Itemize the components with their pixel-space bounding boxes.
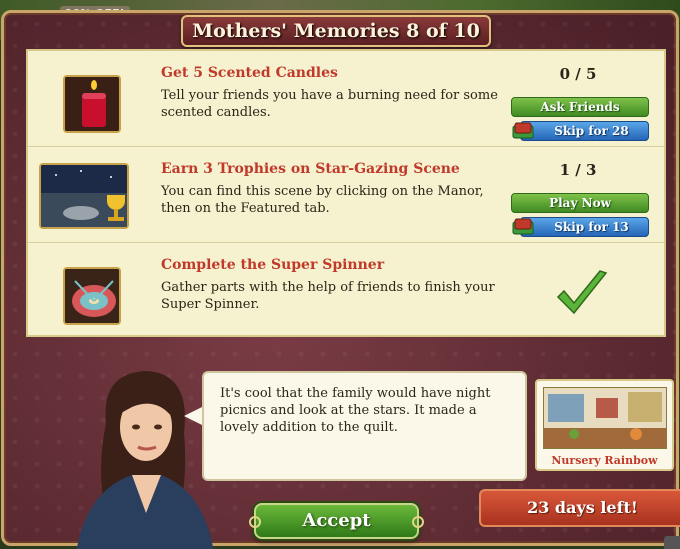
skip-label: Skip for 28 <box>554 124 629 138</box>
reward-label: Nursery Rainbow <box>551 454 658 467</box>
accept-deco-left <box>249 516 261 528</box>
speech-bubble: It's cool that the family would have nig… <box>202 371 527 481</box>
speech-tail <box>184 406 204 426</box>
accept-label: Accept <box>302 510 371 531</box>
task-title: Get 5 Scented Candles <box>161 65 338 81</box>
reward-card: Nursery Rainbow <box>535 379 674 471</box>
play-now-button[interactable]: Play Now <box>511 193 649 213</box>
star-gazing-scene-icon <box>39 163 129 229</box>
days-left-timer: 23 days left! <box>479 489 680 527</box>
candle-icon <box>63 75 121 133</box>
task-title: Earn 3 Trophies on Star-Gazing Scene <box>161 161 460 177</box>
skip-button[interactable]: Skip for 28 <box>512 121 649 141</box>
character-portrait <box>76 371 214 549</box>
dialog-title: Mothers' Memories 8 of 10 <box>192 20 480 42</box>
task-description: You can find this scene by clicking on t… <box>161 184 484 216</box>
task-row-candles: Get 5 Scented Candles Tell your friends … <box>28 51 664 147</box>
ask-friends-button[interactable]: Ask Friends <box>511 97 649 117</box>
task-row-spinner: Complete the Super Spinner Gather parts … <box>28 243 664 339</box>
title-banner: Mothers' Memories 8 of 10 <box>181 15 491 47</box>
task-title: Complete the Super Spinner <box>161 257 385 273</box>
skip-button[interactable]: Skip for 13 <box>512 217 649 237</box>
accept-button[interactable]: Accept <box>249 503 424 539</box>
reward-image <box>543 387 667 449</box>
task-progress: 0 / 5 <box>559 65 597 83</box>
task-description: Tell your friends you have a burning nee… <box>161 88 498 120</box>
quest-dialog: Mothers' Memories 8 of 10 Get 5 Scented … <box>1 10 680 549</box>
task-row-trophies: Earn 3 Trophies on Star-Gazing Scene You… <box>28 147 664 243</box>
task-list: Get 5 Scented Candles Tell your friends … <box>26 49 666 337</box>
speech-text: It's cool that the family would have nig… <box>220 386 491 435</box>
cash-icon <box>512 218 534 235</box>
accept-deco-right <box>412 516 424 528</box>
task-description: Gather parts with the help of friends to… <box>161 280 495 312</box>
skip-label: Skip for 13 <box>554 220 629 234</box>
super-spinner-icon <box>63 267 121 325</box>
task-progress: 1 / 3 <box>559 161 597 179</box>
cash-icon <box>512 122 534 139</box>
checkmark-icon <box>556 270 608 315</box>
corner-close-button[interactable] <box>664 536 680 549</box>
